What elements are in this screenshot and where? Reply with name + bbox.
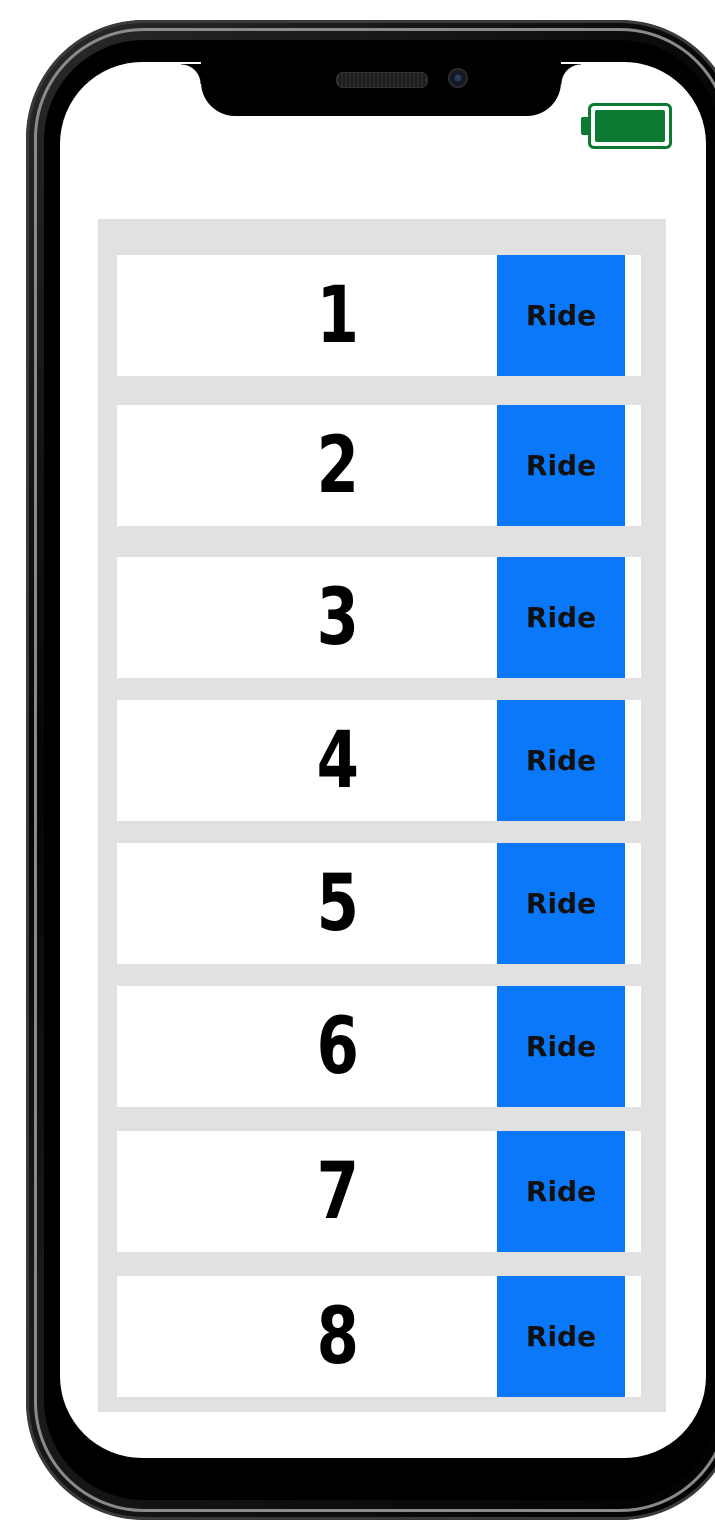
ride-row: 1 Ride [117,255,641,376]
ride-row: 4 Ride [117,700,641,821]
ride-number: 6 [316,1001,359,1092]
ride-button[interactable]: Ride [497,255,625,376]
ride-button[interactable]: Ride [497,986,625,1107]
front-camera-icon [448,68,468,88]
ride-number: 2 [316,420,359,511]
ride-row: 7 Ride [117,1131,641,1252]
ride-row: 8 Ride [117,1276,641,1397]
ride-button[interactable]: Ride [497,1276,625,1397]
ride-number: 1 [316,270,359,361]
ride-number: 7 [316,1146,359,1237]
ride-row: 3 Ride [117,557,641,678]
ride-button[interactable]: Ride [497,557,625,678]
ride-row: 5 Ride [117,843,641,964]
ride-button[interactable]: Ride [497,1131,625,1252]
speaker-grille [336,72,428,88]
ride-number: 3 [316,572,359,663]
battery-level-fill [595,110,665,142]
ride-row: 6 Ride [117,986,641,1107]
ride-number: 8 [316,1291,359,1382]
ride-button[interactable]: Ride [497,405,625,526]
ride-button[interactable]: Ride [497,700,625,821]
phone-notch [181,50,581,116]
ride-row: 2 Ride [117,405,641,526]
battery-terminal [581,117,588,135]
ride-number: 4 [316,715,359,806]
battery-icon [588,103,672,149]
ride-button[interactable]: Ride [497,843,625,964]
ride-number: 5 [316,858,359,949]
